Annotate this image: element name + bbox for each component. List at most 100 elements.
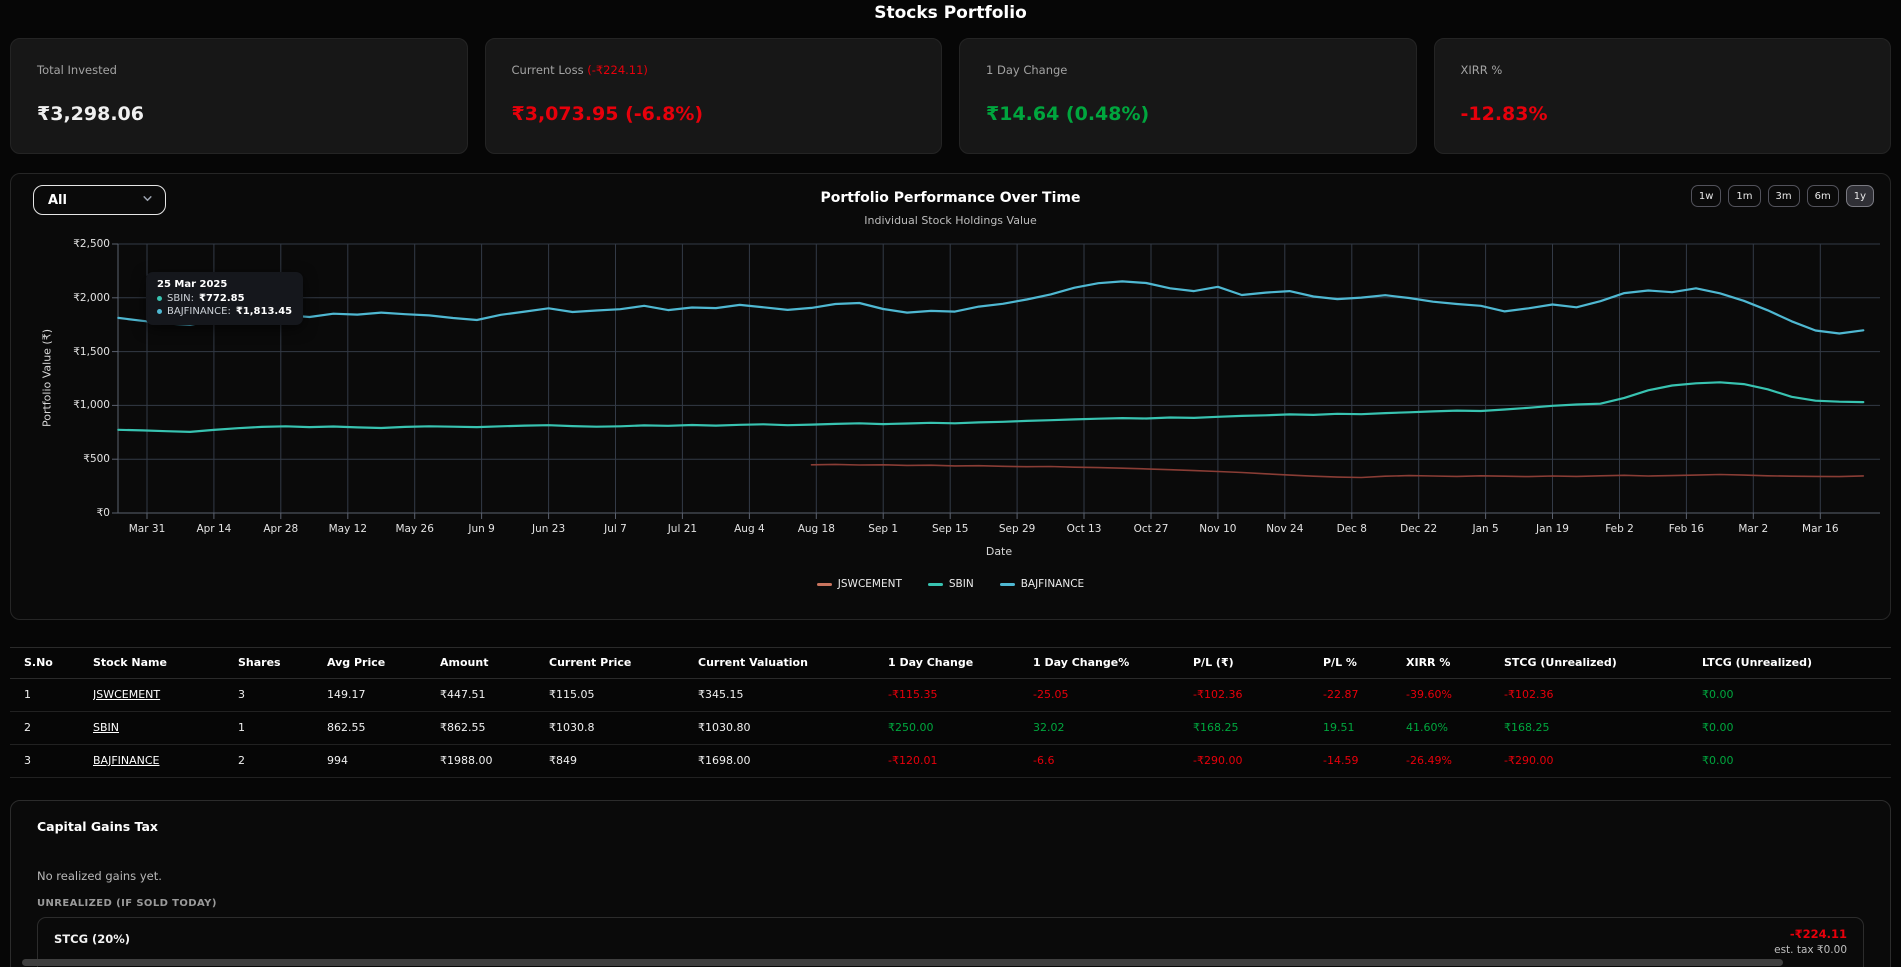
y-axis-tick: ₹1,000 xyxy=(30,399,110,411)
stat-card-label: 1 Day Change xyxy=(986,63,1416,77)
x-axis-tick: Oct 13 xyxy=(1053,523,1115,535)
y-axis-label: Portfolio Value (₹) xyxy=(41,329,54,427)
x-axis-tick: Mar 16 xyxy=(1789,523,1851,535)
table-cell: ₹1030.80 xyxy=(698,712,888,745)
table-cell: 41.60% xyxy=(1406,712,1504,745)
table-cell: -₹290.00 xyxy=(1504,745,1702,778)
column-header: Avg Price xyxy=(327,648,440,679)
range-button-1m[interactable]: 1m xyxy=(1728,185,1760,207)
table-cell: 2 xyxy=(10,712,93,745)
tooltip-series-value: ₹772.85 xyxy=(199,293,245,304)
horizontal-scrollbar[interactable] xyxy=(22,959,1783,966)
tooltip-date: 25 Mar 2025 xyxy=(157,279,292,290)
legend-item-jswcement[interactable]: JSWCEMENT xyxy=(817,578,902,590)
table-cell: 149.17 xyxy=(327,679,440,712)
stock-link[interactable]: BAJFINANCE xyxy=(93,745,238,778)
y-axis-tick: ₹1,500 xyxy=(30,346,110,358)
table-cell: ₹849 xyxy=(549,745,698,778)
chart-subtitle: Individual Stock Holdings Value xyxy=(11,214,1890,227)
table-cell: -₹102.36 xyxy=(1504,679,1702,712)
range-button-6m[interactable]: 6m xyxy=(1807,185,1839,207)
stat-card-value: ₹3,298.06 xyxy=(37,103,467,125)
x-axis-tick: Oct 27 xyxy=(1120,523,1182,535)
x-axis-tick: Feb 2 xyxy=(1589,523,1651,535)
table-row: 2SBIN1862.55₹862.55₹1030.8₹1030.80₹250.0… xyxy=(10,712,1891,745)
portfolio-chart-card: All Portfolio Performance Over Time Indi… xyxy=(10,173,1891,620)
x-axis-tick: May 26 xyxy=(384,523,446,535)
x-axis-tick: Sep 15 xyxy=(919,523,981,535)
x-axis-tick: Mar 31 xyxy=(116,523,178,535)
table-cell: 3 xyxy=(238,679,327,712)
x-axis-tick: Jun 9 xyxy=(451,523,513,535)
capital-gains-title: Capital Gains Tax xyxy=(37,819,158,834)
tooltip-row: BAJFINANCE:₹1,813.45 xyxy=(157,306,292,317)
chart-tooltip: 25 Mar 2025 SBIN: ₹772.85 BAJFINANCE:₹1,81… xyxy=(146,272,303,325)
time-range-buttons: 1w 1m 3m 6m 1y xyxy=(1691,185,1874,207)
table-cell: ₹1030.8 xyxy=(549,712,698,745)
table-cell: ₹250.00 xyxy=(888,712,1033,745)
x-axis-tick: Sep 29 xyxy=(986,523,1048,535)
range-button-1w[interactable]: 1w xyxy=(1691,185,1722,207)
table-cell: ₹447.51 xyxy=(440,679,549,712)
column-header: STCG (Unrealized) xyxy=(1504,648,1702,679)
series-line-jswcement xyxy=(812,464,1864,477)
tooltip-series-label: SBIN: xyxy=(167,293,194,304)
x-axis-tick: Apr 14 xyxy=(183,523,245,535)
x-axis-tick: Aug 4 xyxy=(718,523,780,535)
holdings-table: S.NoStock NameSharesAvg PriceAmountCurre… xyxy=(10,647,1891,778)
x-axis-tick: Jan 5 xyxy=(1455,523,1517,535)
column-header: 1 Day Change xyxy=(888,648,1033,679)
x-axis-tick: Sep 1 xyxy=(852,523,914,535)
x-axis-tick: Dec 22 xyxy=(1388,523,1450,535)
column-header: 1 Day Change% xyxy=(1033,648,1193,679)
legend-swatch xyxy=(1000,583,1015,586)
table-cell: 862.55 xyxy=(327,712,440,745)
legend-item-sbin[interactable]: SBIN xyxy=(928,578,974,590)
performance-chart xyxy=(118,244,1880,513)
chart-plot-area[interactable]: Date ₹0₹500₹1,000₹1,500₹2,000₹2,500Mar 3… xyxy=(118,244,1880,513)
table-cell: -₹290.00 xyxy=(1193,745,1323,778)
column-header: P/L % xyxy=(1323,648,1406,679)
stat-card-label: XIRR % xyxy=(1461,63,1891,77)
series-line-sbin xyxy=(118,382,1863,432)
range-button-1y[interactable]: 1y xyxy=(1846,185,1874,207)
table-row: 1JSWCEMENT3149.17₹447.51₹115.05₹345.15-₹… xyxy=(10,679,1891,712)
stat-card: 1 Day Change₹14.64 (0.48%) xyxy=(959,38,1417,154)
stcg-value: -₹224.11 xyxy=(1774,927,1847,941)
table-cell: ₹168.25 xyxy=(1504,712,1702,745)
chart-title: Portfolio Performance Over Time xyxy=(11,190,1890,206)
tooltip-rows: SBIN: ₹772.85 BAJFINANCE:₹1,813.45 xyxy=(157,293,292,317)
stat-card-value: -12.83% xyxy=(1461,103,1891,125)
x-axis-tick: Mar 2 xyxy=(1722,523,1784,535)
table-cell: ₹115.05 xyxy=(549,679,698,712)
y-axis-tick: ₹0 xyxy=(30,507,110,519)
stock-link[interactable]: JSWCEMENT xyxy=(93,679,238,712)
x-axis-tick: Jul 21 xyxy=(651,523,713,535)
table-cell: -₹115.35 xyxy=(888,679,1033,712)
table-cell: ₹168.25 xyxy=(1193,712,1323,745)
legend-label: JSWCEMENT xyxy=(838,578,902,590)
table-cell: ₹0.00 xyxy=(1702,712,1891,745)
stat-card: Current Loss (-₹224.11) ₹3,073.95 (-6.8%) xyxy=(485,38,943,154)
legend-item-bajfinance[interactable]: BAJFINANCE xyxy=(1000,578,1084,590)
stat-card-label: Total Invested xyxy=(37,63,467,77)
table-header-row: S.NoStock NameSharesAvg PriceAmountCurre… xyxy=(10,648,1891,679)
stock-link[interactable]: SBIN xyxy=(93,712,238,745)
legend-swatch xyxy=(817,583,832,586)
column-header: P/L (₹) xyxy=(1193,648,1323,679)
table-cell: ₹1698.00 xyxy=(698,745,888,778)
x-axis-tick: Jan 19 xyxy=(1522,523,1584,535)
stat-card-label-highlight: (-₹224.11) xyxy=(587,63,648,77)
tooltip-series-value: ₹1,813.45 xyxy=(236,306,292,317)
tooltip-series-dot xyxy=(157,309,162,314)
table-cell: -25.05 xyxy=(1033,679,1193,712)
column-header: Shares xyxy=(238,648,327,679)
x-axis-tick: Jul 7 xyxy=(585,523,647,535)
table-cell: -14.59 xyxy=(1323,745,1406,778)
x-axis-tick: Feb 16 xyxy=(1655,523,1717,535)
table-cell: -26.49% xyxy=(1406,745,1504,778)
x-axis-tick: Aug 18 xyxy=(785,523,847,535)
stat-card-value: ₹3,073.95 (-6.8%) xyxy=(512,103,942,125)
range-button-3m[interactable]: 3m xyxy=(1768,185,1800,207)
stat-card-label: Current Loss (-₹224.11) xyxy=(512,63,942,77)
